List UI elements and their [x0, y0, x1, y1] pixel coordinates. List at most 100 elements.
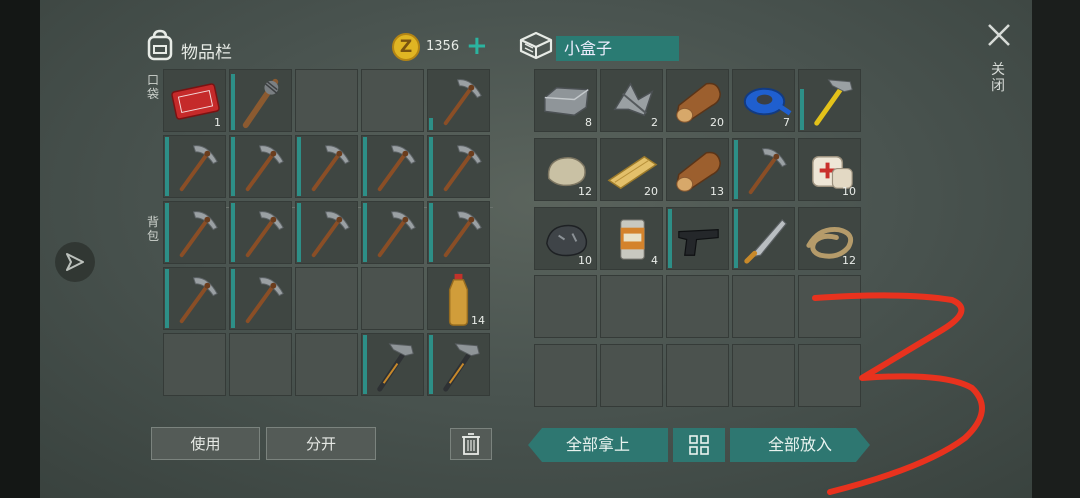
inventory-slot[interactable] [229, 69, 292, 132]
inventory-slot[interactable] [229, 135, 292, 198]
sort-button[interactable] [673, 428, 725, 462]
inventory-slot[interactable] [295, 69, 358, 132]
item-quantity: 12 [842, 253, 856, 267]
inventory-slot[interactable] [229, 333, 292, 396]
inventory-slot[interactable] [229, 267, 292, 330]
item-quantity: 20 [644, 184, 658, 198]
trash-icon [462, 433, 480, 455]
pickaxe-icon [377, 145, 416, 192]
inventory-slot[interactable] [295, 135, 358, 198]
box-slot[interactable] [600, 275, 663, 339]
inventory-slot[interactable] [361, 267, 424, 330]
inventory-slot[interactable] [163, 333, 226, 396]
box-slot[interactable]: 10 [534, 206, 597, 270]
inventory-slot[interactable] [361, 201, 424, 264]
box-slot[interactable] [666, 275, 729, 339]
club-icon [242, 78, 279, 129]
navigation-button[interactable] [55, 242, 95, 282]
inventory-slot[interactable] [163, 267, 226, 330]
box-slot[interactable]: 20 [666, 69, 729, 132]
inventory-slot[interactable]: 14 [427, 267, 490, 330]
box-grid: 8 2 20 7 12 20 13 10 10 4 12 [534, 69, 861, 410]
box-slot[interactable] [600, 344, 663, 408]
box-title: 小盒子 [556, 36, 679, 61]
coin-icon: Z [392, 33, 420, 61]
inventory-title: 物品栏 [181, 43, 232, 63]
box-slot[interactable] [534, 344, 597, 408]
put-all-button[interactable]: 全部放入 [730, 428, 870, 462]
box-slot[interactable] [732, 275, 795, 339]
item-quantity: 12 [578, 184, 592, 198]
pickaxe-icon [245, 211, 284, 258]
item-quantity: 1 [214, 116, 221, 129]
box-slot[interactable] [732, 344, 795, 408]
inventory-slot[interactable] [295, 267, 358, 330]
pickaxe-icon [748, 147, 787, 194]
pocket-label: 口袋 [147, 73, 160, 101]
box-slot[interactable] [798, 344, 861, 408]
box-slot[interactable]: 13 [666, 137, 729, 201]
inventory-slot[interactable] [427, 201, 490, 264]
right-edge-bar [1032, 0, 1080, 498]
box-slot[interactable] [534, 275, 597, 339]
box-slot[interactable]: 7 [732, 69, 795, 132]
item-quantity: 20 [710, 116, 724, 129]
inventory-slot[interactable] [427, 135, 490, 198]
inventory-slot[interactable] [295, 333, 358, 396]
item-quantity: 13 [710, 184, 724, 198]
box-slot[interactable] [666, 344, 729, 408]
inventory-slot[interactable] [361, 69, 424, 132]
backpack-icon [147, 29, 173, 61]
pickaxe-icon [179, 145, 218, 192]
take-all-button[interactable]: 全部拿上 [528, 428, 668, 462]
trash-button[interactable] [450, 428, 492, 460]
pickaxe-icon [311, 145, 350, 192]
pickaxe-icon [443, 145, 482, 192]
hammer-icon [443, 343, 480, 392]
pistol-icon [678, 228, 719, 256]
inventory-slot[interactable] [295, 201, 358, 264]
split-button[interactable]: 分开 [266, 427, 376, 460]
box-slot[interactable]: 12 [798, 206, 861, 270]
close-label[interactable]: 关闭 [991, 62, 1007, 94]
box-slot[interactable]: 20 [600, 137, 663, 201]
item-quantity: 4 [651, 253, 658, 267]
box-slot[interactable] [732, 137, 795, 201]
hammer-yellow-icon [814, 79, 853, 126]
inventory-slot[interactable] [163, 135, 226, 198]
box-slot[interactable] [666, 206, 729, 270]
game-screen: 物品栏 Z 1356 + 口袋 背包 1 14 小盒子 8 2 20 7 12 20 13 10… [0, 0, 1080, 498]
machete-icon [744, 218, 787, 264]
item-quantity: 8 [585, 116, 592, 129]
item-quantity: 7 [783, 116, 790, 129]
backpack-label: 背包 [147, 215, 160, 243]
pickaxe-icon [179, 277, 218, 324]
close-icon[interactable] [986, 22, 1012, 48]
inventory-slot[interactable] [163, 201, 226, 264]
inventory-slot[interactable] [361, 135, 424, 198]
inventory-slot[interactable] [427, 333, 490, 396]
left-edge-bar [0, 0, 40, 498]
item-quantity: 2 [651, 116, 658, 129]
box-slot[interactable]: 8 [534, 69, 597, 132]
pickaxe-icon [179, 211, 218, 258]
box-slot[interactable] [798, 275, 861, 339]
box-slot[interactable]: 4 [600, 206, 663, 270]
inventory-slot[interactable]: 1 [163, 69, 226, 132]
pickaxe-icon [245, 277, 284, 324]
inventory-slot[interactable] [361, 333, 424, 396]
item-quantity: 10 [842, 184, 856, 198]
box-slot[interactable] [798, 69, 861, 132]
pickaxe-icon [443, 211, 482, 258]
pickaxe-icon [377, 211, 416, 258]
use-button[interactable]: 使用 [151, 427, 260, 460]
inventory-slot[interactable] [427, 69, 490, 132]
box-slot[interactable]: 2 [600, 69, 663, 132]
box-slot[interactable] [732, 206, 795, 270]
navigation-arrow-icon [66, 253, 84, 271]
add-coins-button[interactable]: + [466, 33, 488, 59]
item-quantity: 10 [578, 253, 592, 267]
box-slot[interactable]: 12 [534, 137, 597, 201]
box-slot[interactable]: 10 [798, 137, 861, 201]
inventory-slot[interactable] [229, 201, 292, 264]
